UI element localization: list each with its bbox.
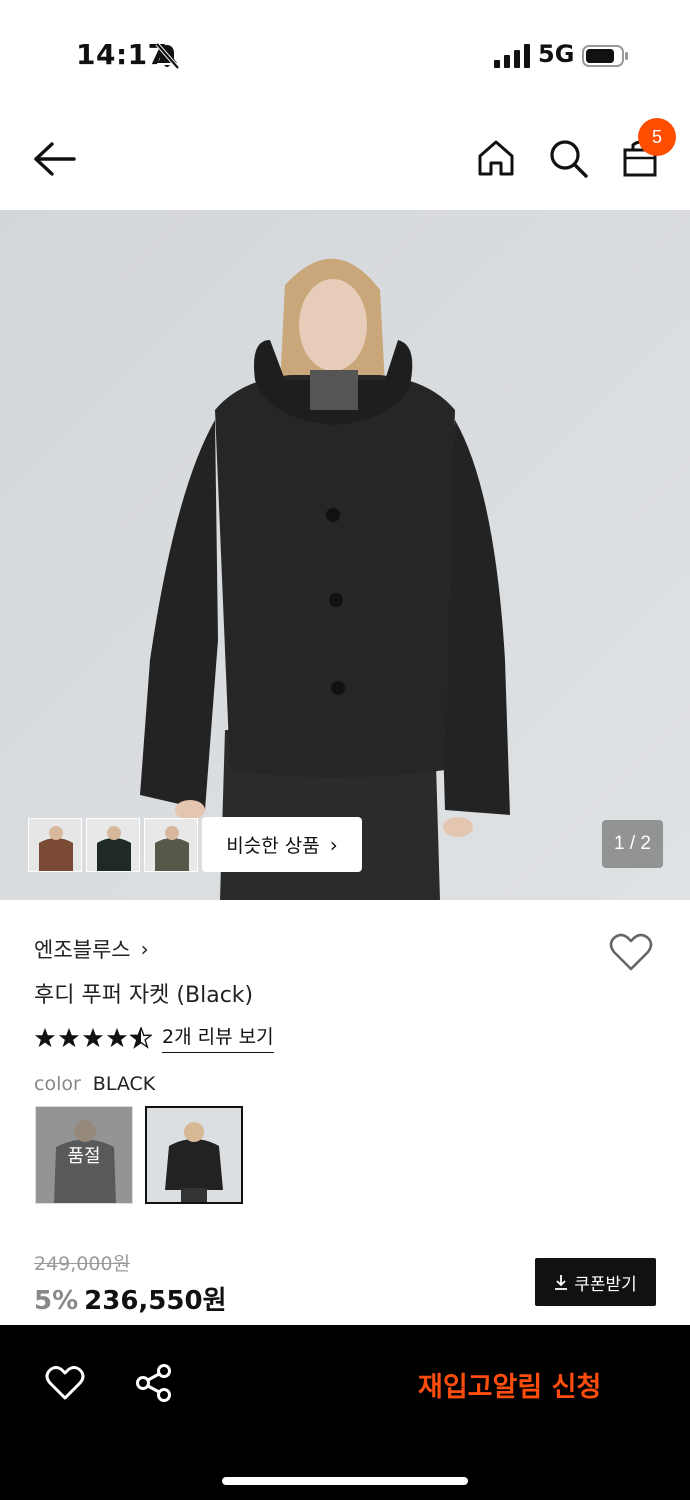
wishlist-heart-icon[interactable] (608, 930, 654, 974)
heart-icon[interactable] (44, 1363, 86, 1403)
brand-name: 엔조블루스 (34, 938, 131, 962)
original-price: 249,000원 (34, 1253, 131, 1275)
star-full-icon (106, 1027, 128, 1047)
star-half-icon (130, 1026, 152, 1049)
thumbnail-dark-green[interactable] (86, 818, 140, 872)
battery-icon (582, 45, 628, 67)
star-full-icon (58, 1027, 80, 1047)
sale-price: 236,550원 (84, 1286, 227, 1316)
thumbnail-brown[interactable] (28, 818, 82, 872)
color-value: BLACK (92, 1073, 156, 1095)
similar-products-label: 비슷한 상품 (226, 835, 320, 857)
search-icon[interactable] (546, 136, 590, 180)
star-rating (34, 1026, 152, 1049)
home-icon[interactable] (474, 136, 518, 180)
price-row: 5% 236,550원 (34, 1280, 227, 1317)
status-bar: 14:17 5G (0, 0, 690, 110)
bottom-action-bar: 재입고알림 신청 (0, 1325, 690, 1500)
discount-rate: 5% (34, 1286, 79, 1316)
restock-alert-button[interactable]: 재입고알림 신청 (418, 1365, 601, 1404)
get-coupon-button[interactable]: 쿠폰받기 (535, 1258, 656, 1306)
share-icon[interactable] (134, 1363, 174, 1403)
signal-icon (494, 44, 530, 68)
color-swatch-black-selected[interactable] (145, 1106, 243, 1204)
brand-link[interactable]: 엔조블루스 › (34, 934, 149, 964)
coupon-label: 쿠폰받기 (574, 1274, 637, 1295)
product-image-gallery[interactable]: 비슷한 상품 › 1 / 2 (0, 210, 690, 900)
cart-count-badge: 5 (638, 118, 676, 156)
image-page-indicator: 1 / 2 (602, 820, 663, 868)
rating-row: 2개 리뷰 보기 (34, 1022, 274, 1053)
thumbnail-strip (28, 818, 198, 872)
star-full-icon (34, 1027, 56, 1047)
home-indicator[interactable] (222, 1477, 468, 1485)
download-icon (555, 1275, 568, 1290)
product-photo (0, 210, 690, 900)
chevron-right-icon: › (140, 937, 149, 961)
chevron-right-icon: › (329, 832, 338, 857)
color-row: color BLACK (34, 1073, 155, 1095)
network-label: 5G (538, 40, 575, 68)
product-title: 후디 푸퍼 자켓 (Black) (34, 983, 254, 1008)
back-arrow-icon[interactable] (30, 138, 78, 180)
star-full-icon (82, 1027, 104, 1047)
color-swatch-gray-soldout[interactable]: 품절 (35, 1106, 133, 1204)
color-label: color (34, 1073, 81, 1095)
top-nav-bar: 5 (0, 110, 690, 210)
view-reviews-link[interactable]: 2개 리뷰 보기 (162, 1022, 274, 1053)
soldout-label: 품절 (36, 1107, 132, 1203)
similar-products-button[interactable]: 비슷한 상품 › (202, 817, 362, 872)
thumbnail-khaki[interactable] (144, 818, 198, 872)
bell-off-icon (155, 42, 180, 70)
